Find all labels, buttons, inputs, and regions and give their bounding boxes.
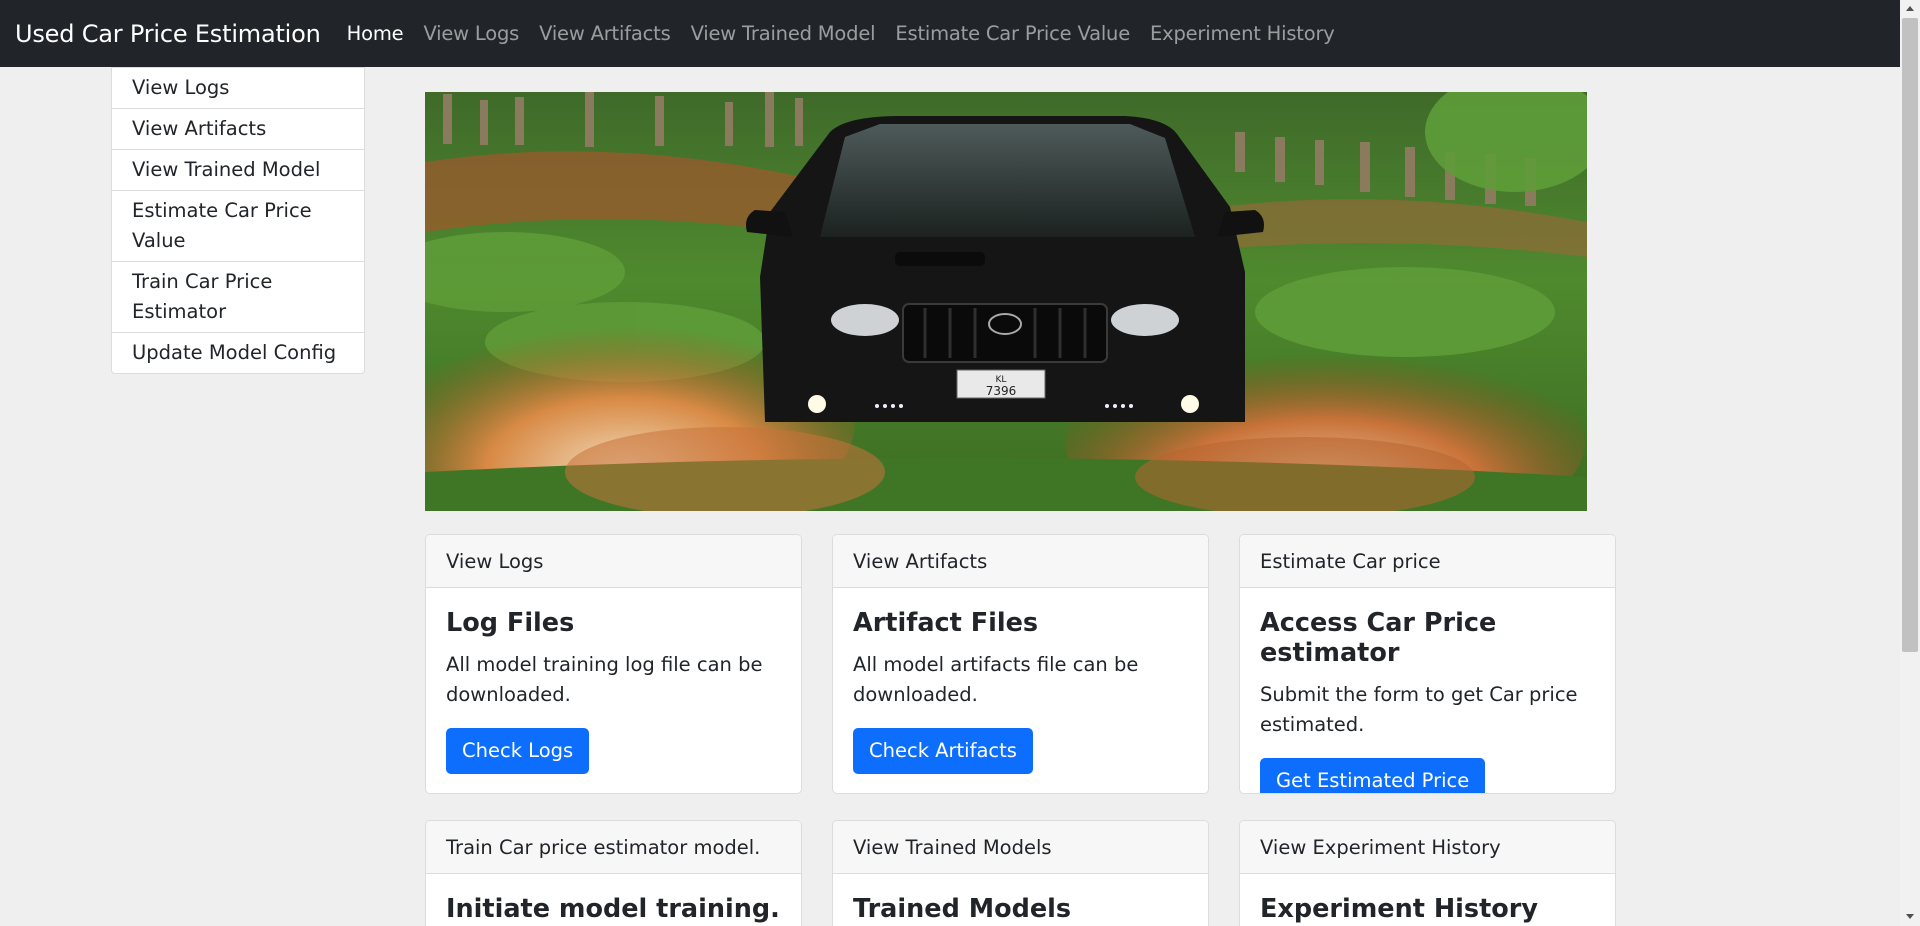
card-header: View Logs: [426, 535, 801, 588]
sidebar-item-view-artifacts[interactable]: View Artifacts: [112, 108, 364, 149]
card-title: Access Car Price estimator: [1260, 608, 1497, 668]
card-title: Trained Models: [853, 894, 1072, 924]
card-text: All model artifacts file can be download…: [853, 653, 1139, 706]
check-artifacts-button[interactable]: Check Artifacts: [853, 728, 1033, 774]
card-title: Artifact Files: [853, 608, 1039, 638]
card-train-model: Train Car price estimator model. Initiat…: [425, 820, 802, 926]
nav-link-view-logs[interactable]: View Logs: [413, 22, 529, 45]
sidebar-item-estimate-car-price[interactable]: Estimate Car Price Value: [112, 190, 364, 261]
check-logs-button[interactable]: Check Logs: [446, 728, 590, 774]
nav-link-view-artifacts[interactable]: View Artifacts: [529, 22, 680, 45]
card-view-artifacts: View Artifacts Artifact Files All model …: [832, 534, 1209, 794]
nav-link-home[interactable]: Home: [337, 22, 414, 45]
card-title: Experiment History: [1260, 894, 1538, 924]
sidebar-item-view-logs[interactable]: View Logs: [112, 68, 364, 108]
sidebar-menu: View Logs View Artifacts View Trained Mo…: [111, 67, 365, 374]
hero-image: KL 7396: [425, 92, 1587, 511]
card-header: View Trained Models: [833, 821, 1208, 874]
card-header: Estimate Car price: [1240, 535, 1615, 588]
card-trained-models: View Trained Models Trained Models: [832, 820, 1209, 926]
card-header: Train Car price estimator model.: [426, 821, 801, 874]
top-navbar: Used Car Price Estimation Home View Logs…: [0, 0, 1900, 67]
nav-link-estimate-car-price[interactable]: Estimate Car Price Value: [885, 22, 1140, 45]
scrollbar-thumb[interactable]: [1902, 18, 1918, 652]
sidebar-item-train-estimator[interactable]: Train Car Price Estimator: [112, 261, 364, 332]
card-experiment-history: View Experiment History Experiment Histo…: [1239, 820, 1616, 926]
scroll-up-arrow-icon[interactable]: [1906, 6, 1914, 11]
card-header: View Experiment History: [1240, 821, 1615, 874]
suv-photo: KL 7396: [425, 92, 1587, 511]
sidebar-item-update-model-config[interactable]: Update Model Config: [112, 332, 364, 373]
card-text: All model training log file can be downl…: [446, 653, 763, 706]
navbar-brand[interactable]: Used Car Price Estimation: [15, 20, 321, 48]
page-scrollbar[interactable]: [1900, 0, 1920, 926]
nav-link-view-trained-model[interactable]: View Trained Model: [681, 22, 886, 45]
sidebar-item-view-trained-model[interactable]: View Trained Model: [112, 149, 364, 190]
get-estimated-price-button[interactable]: Get Estimated Price: [1260, 758, 1486, 793]
card-estimate-car-price: Estimate Car price Access Car Price esti…: [1239, 534, 1616, 794]
scroll-down-arrow-icon[interactable]: [1906, 914, 1914, 919]
card-header: View Artifacts: [833, 535, 1208, 588]
card-text: Submit the form to get Car price estimat…: [1260, 683, 1578, 736]
card-title: Initiate model training.: [446, 894, 780, 924]
plate-line-2: 7396: [986, 384, 1017, 398]
card-view-logs: View Logs Log Files All model training l…: [425, 534, 802, 794]
card-title: Log Files: [446, 608, 575, 638]
nav-link-experiment-history[interactable]: Experiment History: [1140, 22, 1345, 45]
